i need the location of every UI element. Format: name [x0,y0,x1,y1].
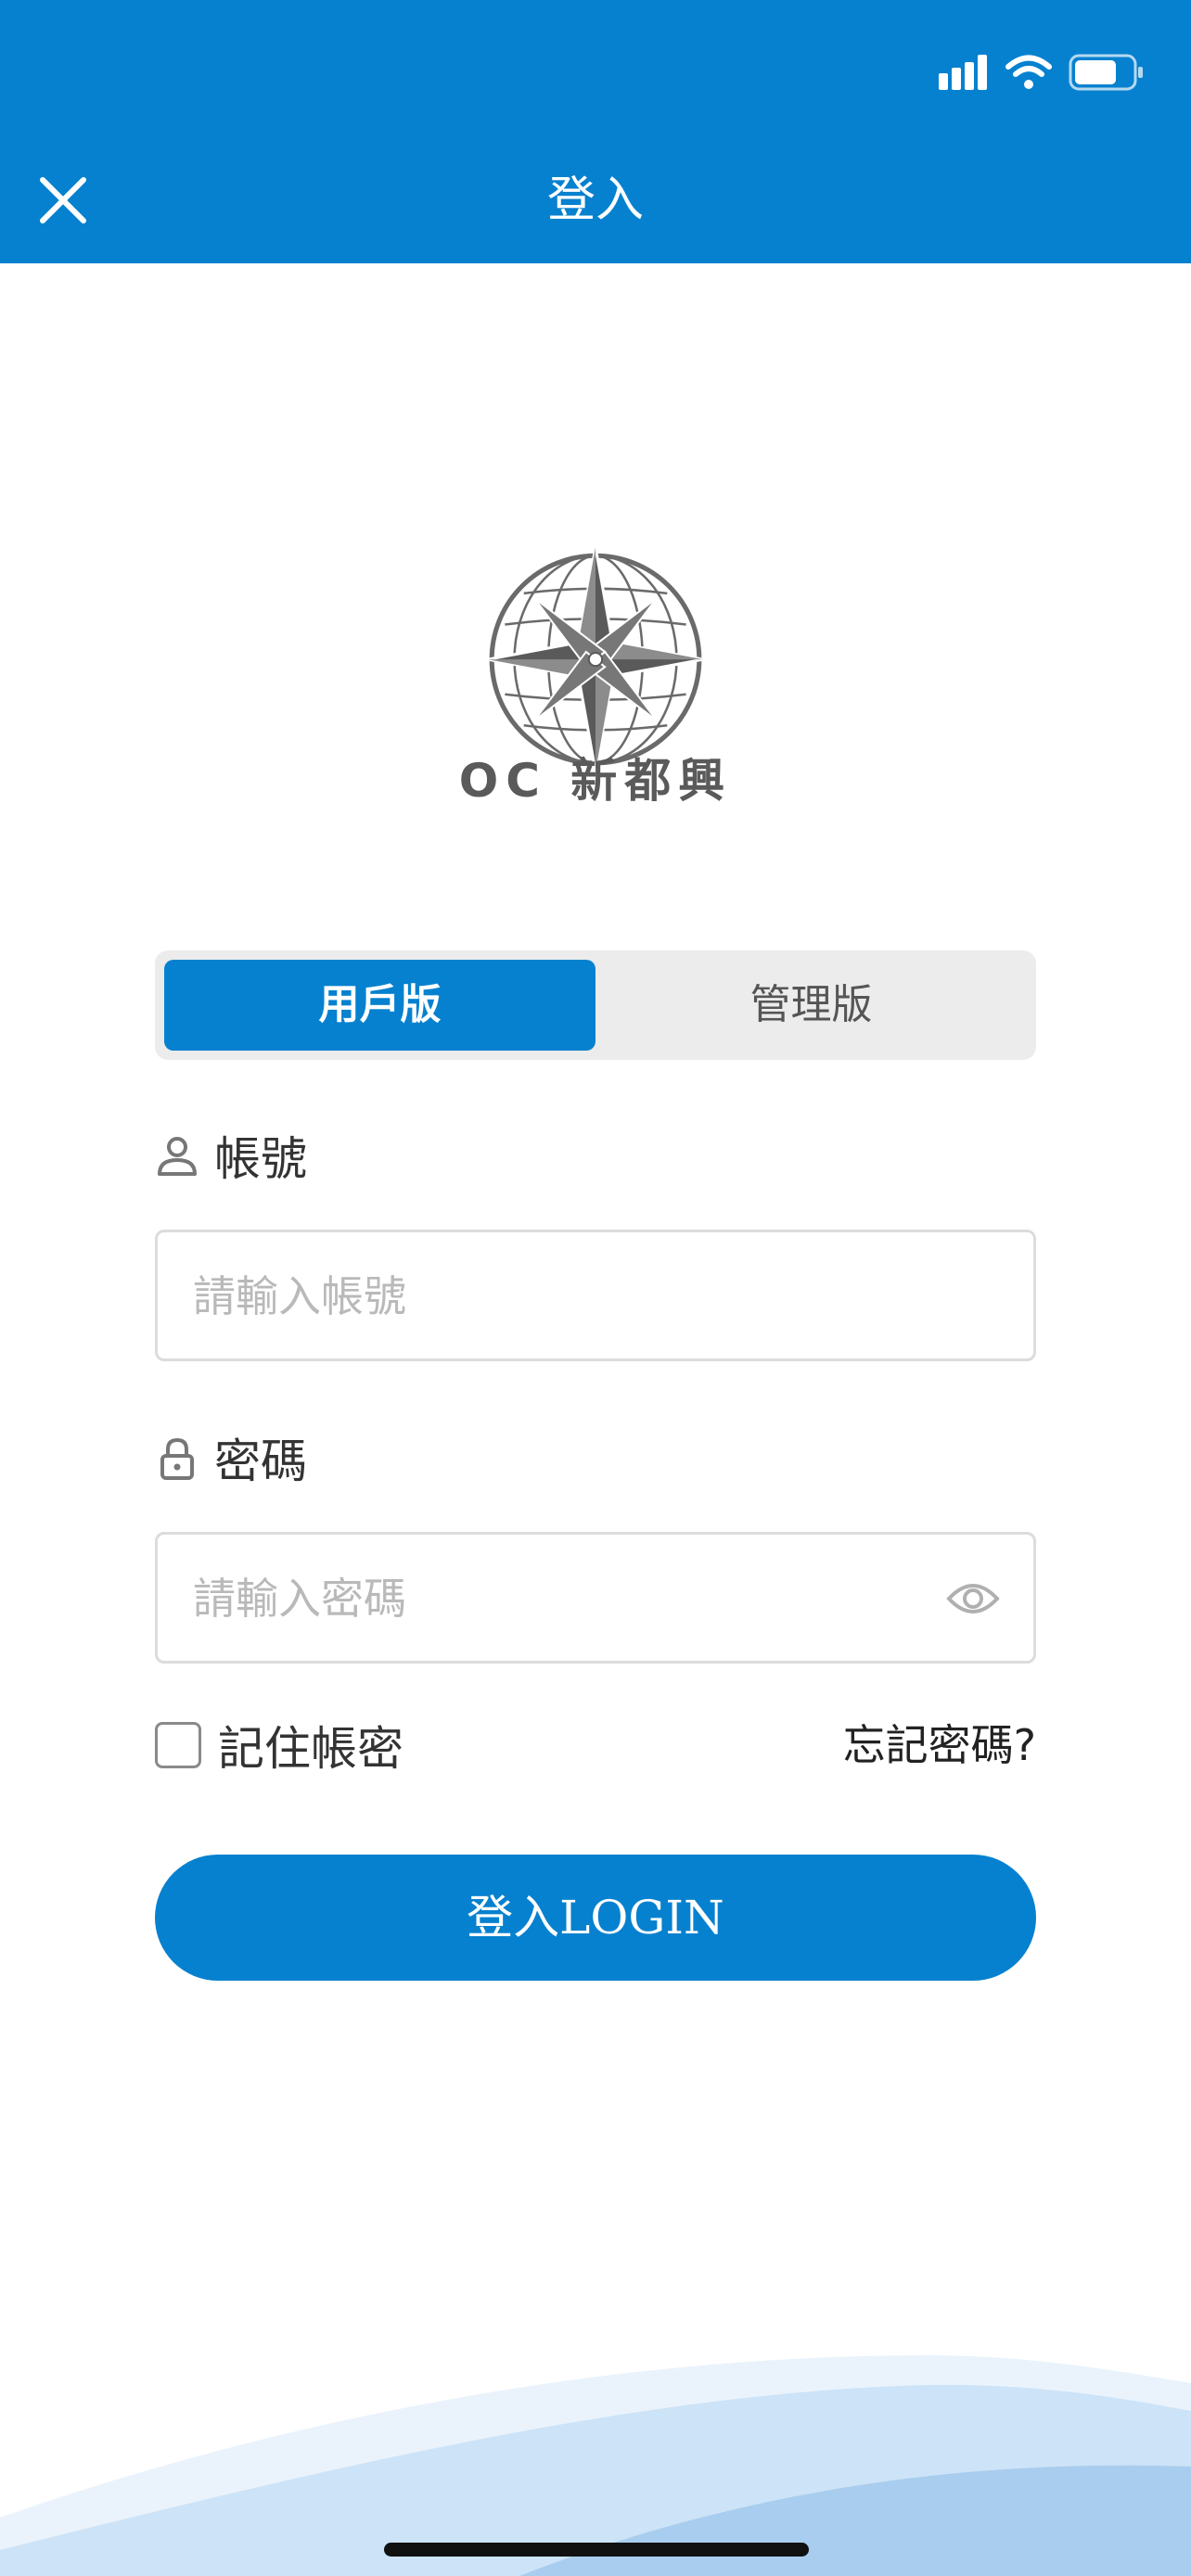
user-icon [158,1137,197,1176]
lock-icon [160,1437,194,1480]
compass-rose-globe-logo [487,546,704,768]
app-header: 登入 [0,0,1191,263]
wifi-icon [1005,55,1052,89]
decorative-waves [0,2355,1191,2576]
password-label: 密碼 [155,1424,307,1491]
brand-name: OC 新都興 [458,754,733,808]
version-segmented-control: 用戶版 管理版 [155,950,1036,1060]
account-label-text: 帳號 [214,1132,307,1186]
account-label: 帳號 [155,1122,307,1189]
status-bar [939,50,1145,95]
password-field[interactable] [155,1532,1036,1664]
account-input[interactable] [191,1232,955,1360]
remember-checkbox[interactable] [155,1722,201,1768]
password-input[interactable] [191,1535,955,1663]
login-button[interactable]: 登入LOGIN [155,1855,1036,1981]
remember-credentials[interactable]: 記住帳密 [155,1712,403,1779]
battery-icon [1069,54,1143,91]
cellular-signal-icon [939,55,987,90]
forgot-password-link[interactable]: 忘記密碼? [843,1712,1036,1779]
account-field[interactable] [155,1230,1036,1361]
password-label-text: 密碼 [214,1435,307,1488]
eye-icon[interactable] [946,1575,1000,1622]
remember-label: 記住帳密 [218,1722,403,1776]
page-title: 登入 [546,172,644,228]
segment-admin-version[interactable]: 管理版 [596,960,1027,1051]
home-indicator [384,2543,809,2557]
segment-user-version[interactable]: 用戶版 [164,960,596,1051]
